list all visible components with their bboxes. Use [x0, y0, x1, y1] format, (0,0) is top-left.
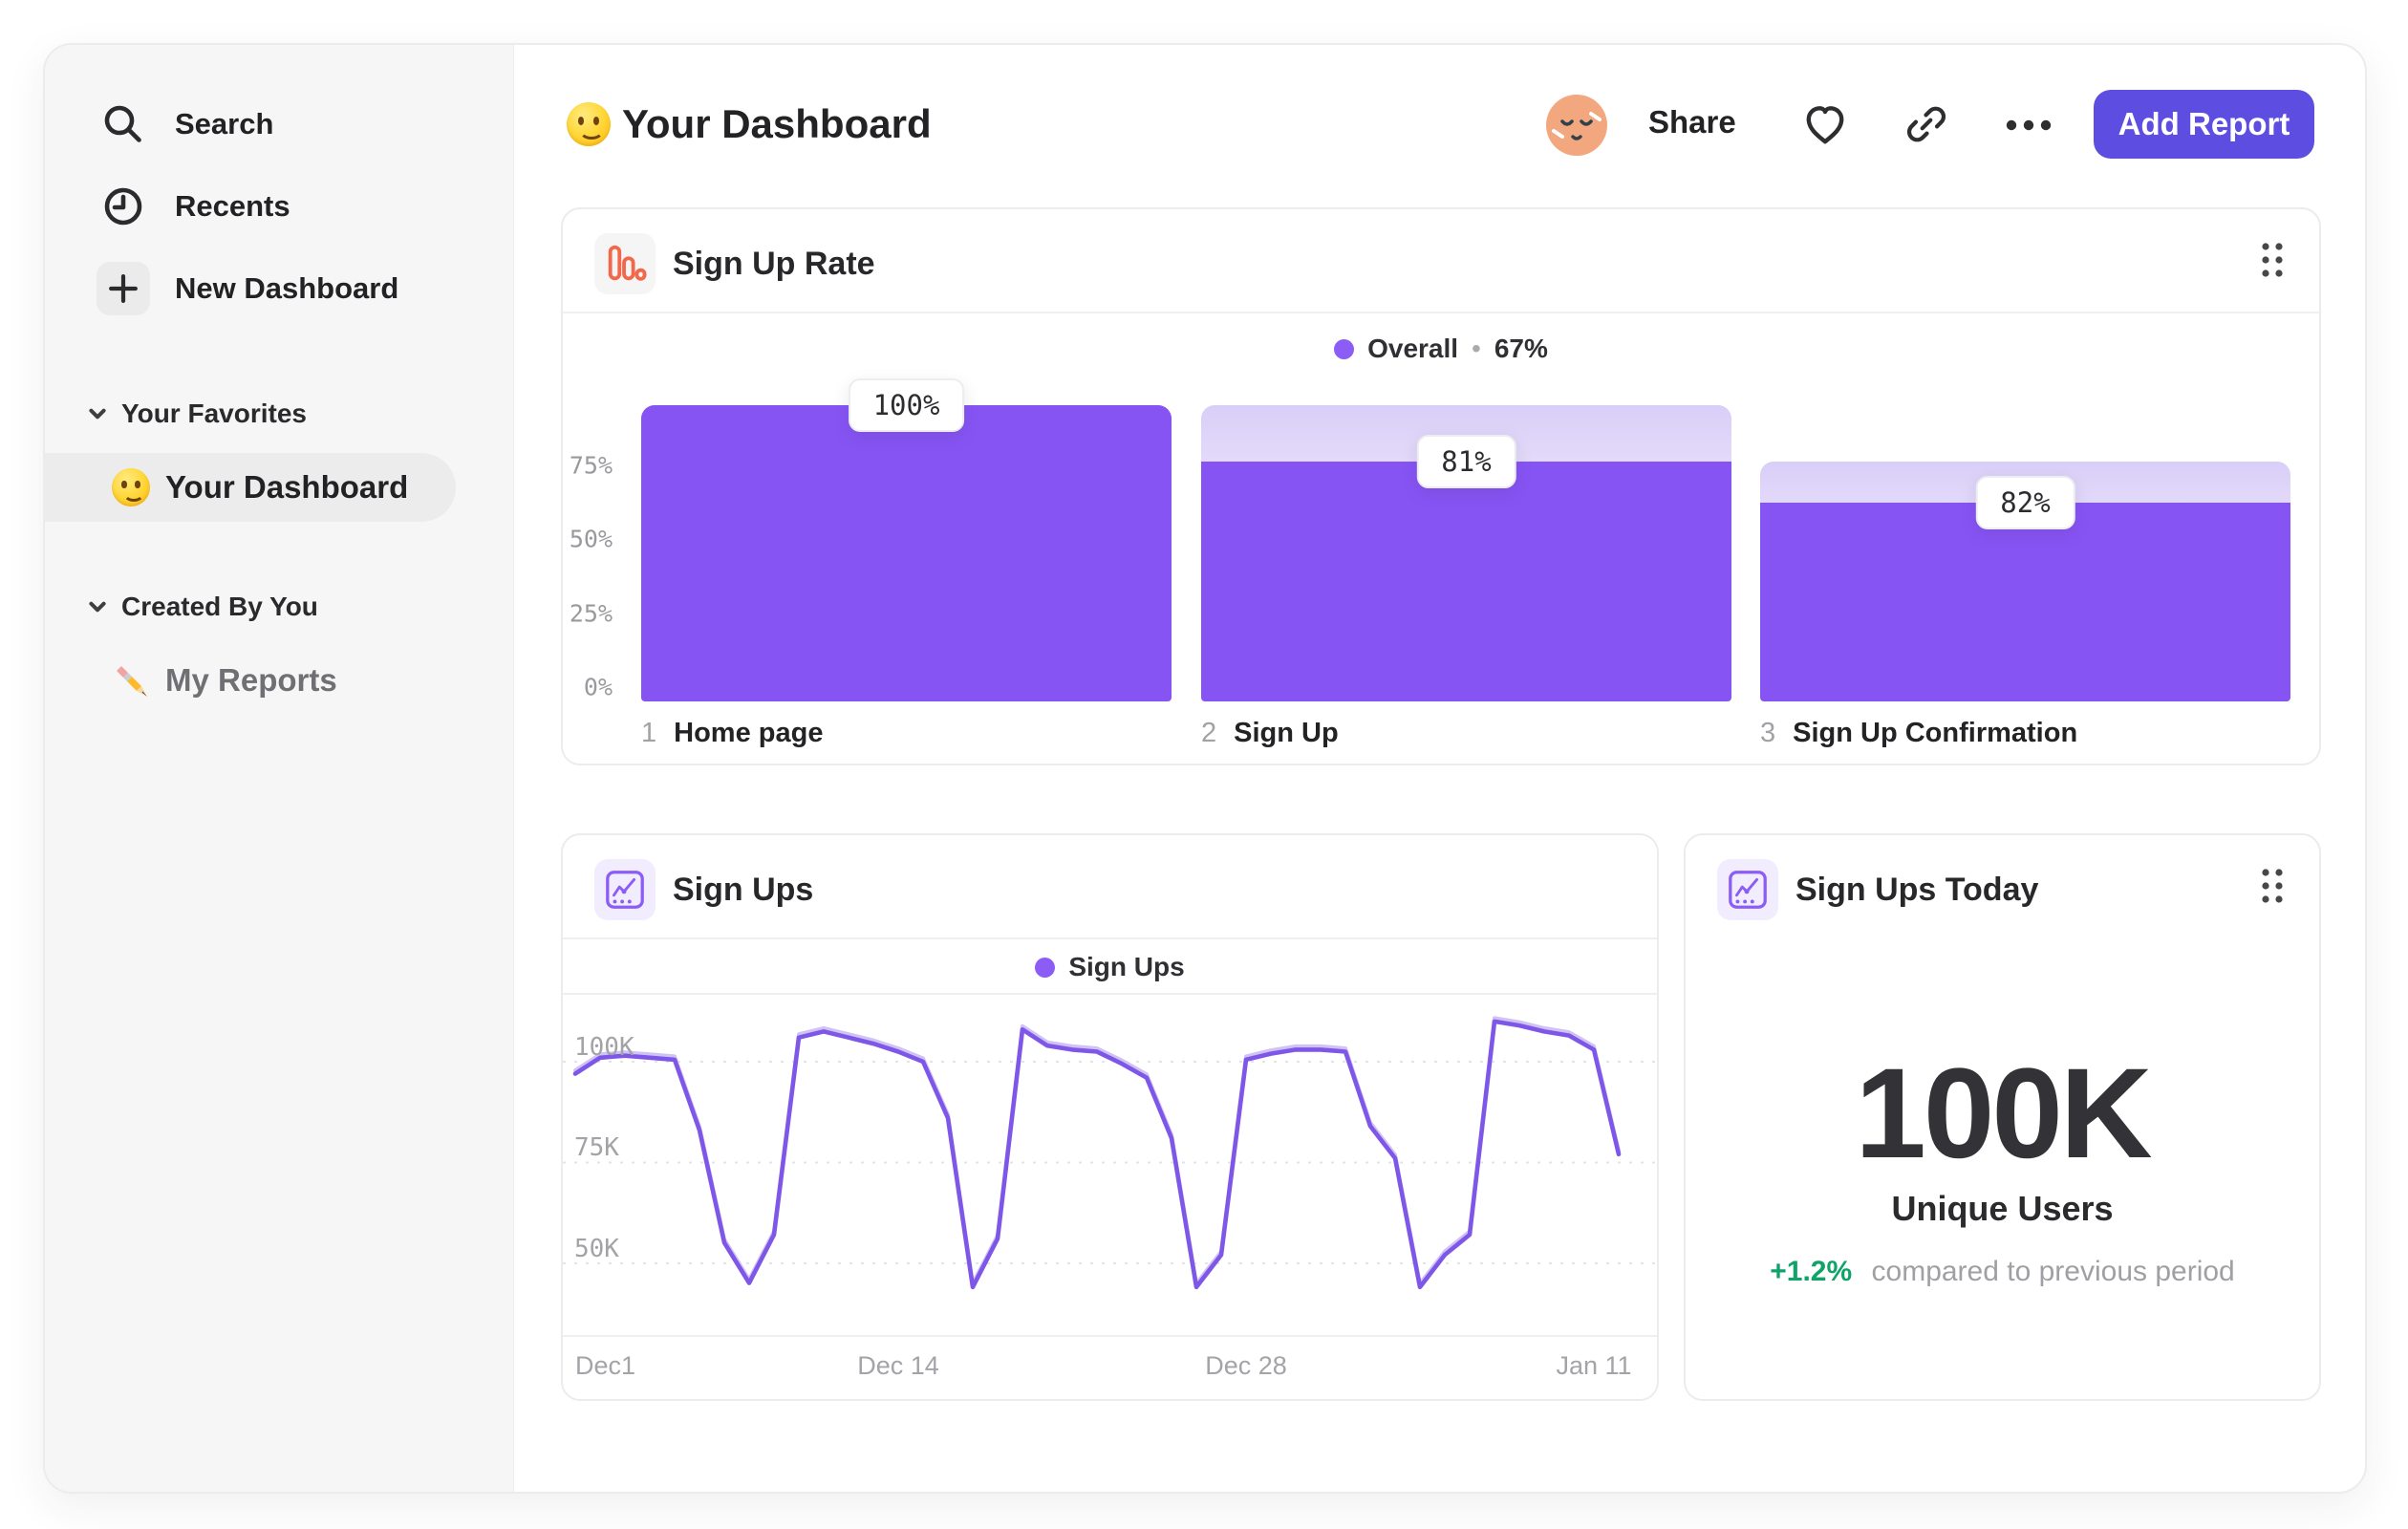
- app-window: Search Recents New Dashboard Your Favori…: [43, 43, 2367, 1494]
- card-title: Sign Ups Today: [1795, 871, 2039, 908]
- unique-users-value: 100K: [1855, 1043, 2152, 1185]
- delta-row: +1.2% compared to previous period: [1686, 1256, 2319, 1288]
- x-axis-tick: Dec1: [575, 1351, 636, 1380]
- x-axis-tick: Jan 11: [1556, 1351, 1632, 1380]
- step-number: 3: [1760, 717, 1776, 748]
- copy-link-icon[interactable]: [1904, 102, 1948, 146]
- funnel-plot: 0% 25% 50% 75% 100% 81% 82%: [563, 378, 2319, 701]
- plus-icon: [97, 262, 150, 315]
- signup-rate-card: Sign Up Rate Overall • 67% 0% 25% 50% 75…: [561, 207, 2321, 765]
- signups-today-card: Sign Ups Today 100K Unique Users +1.2% c…: [1684, 833, 2321, 1401]
- sidebar-item-your-dashboard-active[interactable]: Your Dashboard: [45, 453, 456, 522]
- funnel-step-label: 3 Sign Up Confirmation: [1760, 714, 2077, 752]
- line-chart-icon: [594, 859, 656, 920]
- search-icon: [97, 97, 150, 151]
- step-number: 1: [641, 717, 657, 748]
- card-title: Sign Ups: [673, 871, 814, 908]
- previous-period-line: [573, 1016, 1621, 1286]
- y-axis-tick: 25%: [569, 599, 613, 628]
- sidebar-item-label: Recents: [175, 189, 290, 223]
- dashboard-title-emoji: [567, 102, 611, 146]
- delta-description: compared to previous period: [1871, 1256, 2235, 1287]
- signups-series-line: [572, 1019, 1622, 1290]
- funnel-tooltip: 81%: [1416, 434, 1516, 488]
- funnel-bar-sign-up-confirmation[interactable]: 82%: [1760, 405, 2290, 701]
- clock-icon: [97, 180, 150, 233]
- divider: [563, 937, 1657, 939]
- y-axis-tick: 50%: [569, 525, 613, 553]
- funnel-chart-icon: [594, 233, 656, 294]
- share-button[interactable]: Share: [1648, 104, 1736, 140]
- line-legend[interactable]: Sign Ups: [563, 952, 1657, 982]
- funnel-bar-solid: [1201, 461, 1731, 701]
- funnel-bar-ghost: [641, 405, 1172, 701]
- card-title: Sign Up Rate: [673, 245, 875, 282]
- signups-line-card: Sign Ups Sign Ups 100K 75K 50K Dec1 Dec …: [561, 833, 1659, 1401]
- unique-users-label: Unique Users: [1891, 1189, 2114, 1228]
- y-axis-tick: 50K: [574, 1235, 619, 1263]
- divider: [563, 312, 2319, 313]
- sidebar-item-label: Your Dashboard: [165, 469, 409, 505]
- x-axis-line: [563, 1335, 1657, 1337]
- section-title: Your Favorites: [121, 398, 307, 428]
- avatar[interactable]: [1546, 95, 1607, 156]
- chevron-down-icon: [87, 403, 108, 424]
- step-name: Home page: [674, 717, 824, 748]
- y-axis-tick: 0%: [583, 673, 613, 701]
- sidebar-section-created-by-you[interactable]: Created By You: [87, 588, 318, 626]
- line-chart-icon: [1717, 859, 1778, 920]
- funnel-step-label: 1 Home page: [641, 714, 823, 752]
- legend-value: 67%: [1494, 334, 1548, 363]
- favorite-heart-icon[interactable]: [1801, 100, 1849, 148]
- funnel-tooltip: 100%: [848, 378, 965, 432]
- legend-dot: [1035, 957, 1056, 978]
- add-report-button[interactable]: Add Report: [2094, 90, 2314, 159]
- section-title: Created By You: [121, 592, 318, 621]
- pencil-emoji: [112, 661, 150, 700]
- sidebar-item-new-dashboard[interactable]: New Dashboard: [97, 262, 398, 315]
- sidebar-item-label: My Reports: [165, 662, 337, 698]
- funnel-tooltip: 82%: [1975, 476, 2075, 530]
- funnel-step-label: 2 Sign Up: [1201, 714, 1339, 752]
- step-name: Sign Up: [1234, 717, 1339, 748]
- sidebar-item-label: Search: [175, 107, 274, 140]
- legend-label: Overall: [1367, 334, 1459, 363]
- funnel-bar-solid: [1760, 503, 2290, 701]
- legend-label: Sign Ups: [1068, 952, 1185, 981]
- sidebar-item-recents[interactable]: Recents: [97, 180, 290, 233]
- legend-dot: [1334, 338, 1355, 359]
- delta-value: +1.2%: [1770, 1256, 1853, 1287]
- drag-handle-icon[interactable]: [2260, 242, 2285, 278]
- sidebar-item-my-reports[interactable]: My Reports: [45, 650, 337, 711]
- drag-handle-icon[interactable]: [2260, 868, 2285, 904]
- signups-line-plot[interactable]: [563, 1002, 1657, 1335]
- slightly-smiling-face-emoji: [112, 468, 150, 506]
- more-options-icon[interactable]: [2006, 119, 2052, 131]
- funnel-bar-solid: [641, 405, 1172, 701]
- funnel-bar-sign-up[interactable]: 81%: [1201, 405, 1731, 701]
- sidebar-item-search[interactable]: Search: [97, 97, 273, 151]
- chevron-down-icon: [87, 596, 108, 617]
- y-axis-tick: 75K: [574, 1133, 619, 1162]
- step-name: Sign Up Confirmation: [1793, 717, 2078, 748]
- sidebar: Search Recents New Dashboard Your Favori…: [45, 45, 514, 1492]
- divider: [563, 993, 1657, 995]
- legend-separator: •: [1472, 334, 1481, 363]
- y-axis-tick: 100K: [574, 1033, 634, 1062]
- funnel-bar-home-page[interactable]: 100%: [641, 378, 1172, 701]
- sidebar-item-label: New Dashboard: [175, 271, 399, 305]
- screen: Search Recents New Dashboard Your Favori…: [0, 0, 2408, 1529]
- y-axis-tick: 75%: [569, 451, 613, 480]
- x-axis-tick: Dec 28: [1205, 1351, 1287, 1380]
- x-axis-tick: Dec 14: [857, 1351, 939, 1380]
- sidebar-section-your-favorites[interactable]: Your Favorites: [87, 395, 307, 433]
- page-title: Your Dashboard: [622, 101, 932, 146]
- funnel-legend[interactable]: Overall • 67%: [563, 334, 2319, 364]
- step-number: 2: [1201, 717, 1217, 748]
